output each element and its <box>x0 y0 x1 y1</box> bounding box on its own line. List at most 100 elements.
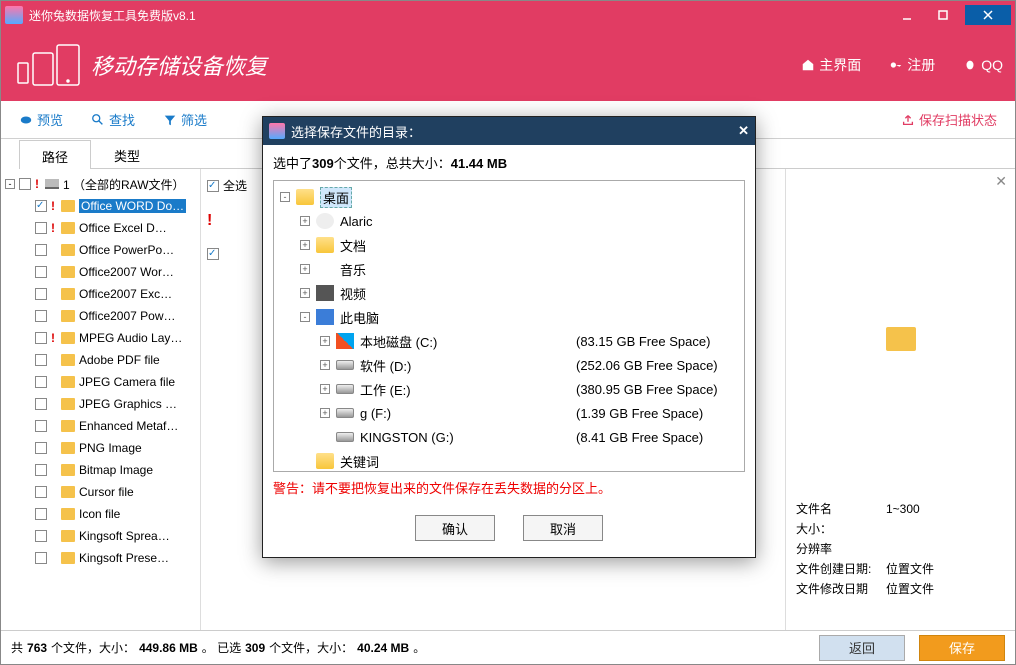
dir-node[interactable]: +Alaric <box>276 209 742 233</box>
tree-item[interactable]: JPEG Camera file <box>3 371 198 393</box>
tree-toggle[interactable]: - <box>5 179 15 189</box>
tree-checkbox[interactable] <box>35 222 47 234</box>
tree-item[interactable]: Kingsoft Sprea… <box>3 525 198 547</box>
search-button[interactable]: 查找 <box>81 106 145 133</box>
dir-toggle[interactable]: + <box>300 240 310 250</box>
tree-item[interactable]: JPEG Graphics … <box>3 393 198 415</box>
tree-checkbox[interactable] <box>35 398 47 410</box>
tree-item[interactable]: Office2007 Pow… <box>3 305 198 327</box>
close-button[interactable] <box>965 5 1011 25</box>
tree-checkbox[interactable] <box>35 442 47 454</box>
tree-checkbox[interactable] <box>35 200 47 212</box>
tree-item[interactable]: PNG Image <box>3 437 198 459</box>
save-state-button[interactable]: 保存扫描状态 <box>891 106 1007 133</box>
dir-toggle[interactable]: + <box>300 288 310 298</box>
dir-node[interactable]: +视频 <box>276 281 742 305</box>
note-icon <box>316 261 334 277</box>
dir-toggle[interactable]: + <box>300 264 310 274</box>
tree-checkbox[interactable] <box>35 420 47 432</box>
tree-item[interactable]: Office PowerPo… <box>3 239 198 261</box>
tree-item[interactable]: Bitmap Image <box>3 459 198 481</box>
tree-item[interactable]: !MPEG Audio Lay… <box>3 327 198 349</box>
folder-icon <box>61 244 75 256</box>
export-icon <box>901 113 915 127</box>
dir-node[interactable]: -此电脑 <box>276 305 742 329</box>
tree-item[interactable]: Adobe PDF file <box>3 349 198 371</box>
maximize-button[interactable] <box>925 5 961 25</box>
disk-icon <box>336 432 354 442</box>
dir-node[interactable]: +文档 <box>276 233 742 257</box>
dir-toggle[interactable]: - <box>300 312 310 322</box>
tree-item[interactable]: !Office WORD Do… <box>3 195 198 217</box>
main-window: 迷你兔数据恢复工具免费版v8.1 移动存储设备恢复 主界面 注册 QQ 预览 查… <box>0 0 1016 665</box>
dir-toggle[interactable]: + <box>320 384 330 394</box>
tree-checkbox[interactable] <box>35 266 47 278</box>
tree-checkbox[interactable] <box>35 244 47 256</box>
eye-icon <box>19 113 33 127</box>
tree-checkbox[interactable] <box>35 332 47 344</box>
save-button[interactable]: 保存 <box>919 635 1005 661</box>
warn-icon: ! <box>51 199 59 213</box>
free-space: (1.39 GB Free Space) <box>576 406 703 421</box>
dir-node[interactable]: +音乐 <box>276 257 742 281</box>
back-button[interactable]: 返回 <box>819 635 905 661</box>
tree-checkbox[interactable] <box>19 178 31 190</box>
free-space: (252.06 GB Free Space) <box>576 358 718 373</box>
window-title: 迷你兔数据恢复工具免费版v8.1 <box>29 7 196 24</box>
nav-qq[interactable]: QQ <box>963 57 1003 73</box>
tree-item[interactable]: Enhanced Metaf… <box>3 415 198 437</box>
tree-checkbox[interactable] <box>35 376 47 388</box>
folder-icon <box>61 486 75 498</box>
dir-node[interactable]: +工作 (E:)(380.95 GB Free Space) <box>276 377 742 401</box>
folder-icon <box>61 508 75 520</box>
dir-node[interactable]: +本地磁盘 (C:)(83.15 GB Free Space) <box>276 329 742 353</box>
dir-toggle[interactable]: + <box>320 408 330 418</box>
folder-icon <box>61 552 75 564</box>
dialog-summary: 选中了309个文件，总共大小：41.44 MB <box>263 145 755 180</box>
preview-button[interactable]: 预览 <box>9 106 73 133</box>
banner-title: 移动存储设备恢复 <box>91 49 267 81</box>
dialog-ok-button[interactable]: 确认 <box>415 515 495 541</box>
select-all-checkbox[interactable] <box>207 180 219 192</box>
dir-toggle[interactable]: + <box>320 360 330 370</box>
tree-checkbox[interactable] <box>35 464 47 476</box>
file-tree[interactable]: - ! 1 （全部的RAW文件） !Office WORD Do…!Office… <box>1 169 201 630</box>
tree-item[interactable]: Icon file <box>3 503 198 525</box>
tree-checkbox[interactable] <box>35 552 47 564</box>
devices-icon <box>13 39 83 91</box>
dir-toggle[interactable]: - <box>280 192 290 202</box>
dir-node[interactable]: +软件 (D:)(252.06 GB Free Space) <box>276 353 742 377</box>
nav-home[interactable]: 主界面 <box>801 55 861 75</box>
dir-node[interactable]: +g (F:)(1.39 GB Free Space) <box>276 401 742 425</box>
filter-button[interactable]: 筛选 <box>153 106 217 133</box>
minimize-button[interactable] <box>889 5 925 25</box>
directory-tree[interactable]: -桌面+Alaric+文档+音乐+视频-此电脑+本地磁盘 (C:)(83.15 … <box>273 180 745 472</box>
tree-checkbox[interactable] <box>35 508 47 520</box>
tree-checkbox[interactable] <box>35 530 47 542</box>
tree-checkbox[interactable] <box>35 354 47 366</box>
close-preview-button[interactable]: ✕ <box>995 173 1007 190</box>
folder-icon <box>316 453 334 469</box>
dir-node[interactable]: KINGSTON (G:)(8.41 GB Free Space) <box>276 425 742 449</box>
dir-node[interactable]: 关键词 <box>276 449 742 472</box>
tree-item[interactable]: Office2007 Wor… <box>3 261 198 283</box>
tab-type[interactable]: 类型 <box>91 139 163 168</box>
dir-toggle[interactable]: + <box>300 216 310 226</box>
tab-path[interactable]: 路径 <box>19 140 91 169</box>
dir-toggle[interactable]: + <box>320 336 330 346</box>
tree-item[interactable]: Office2007 Exc… <box>3 283 198 305</box>
tree-item[interactable]: Cursor file <box>3 481 198 503</box>
tree-item[interactable]: Kingsoft Prese… <box>3 547 198 569</box>
dialog-cancel-button[interactable]: 取消 <box>523 515 603 541</box>
nav-register[interactable]: 注册 <box>889 55 935 75</box>
tree-checkbox[interactable] <box>35 486 47 498</box>
tree-item[interactable]: !Office Excel D… <box>3 217 198 239</box>
tree-checkbox[interactable] <box>35 310 47 322</box>
grid-checkbox[interactable] <box>207 248 219 260</box>
tree-checkbox[interactable] <box>35 288 47 300</box>
pc-icon <box>316 309 334 325</box>
dialog-close-button[interactable]: ✕ <box>738 123 749 139</box>
tree-root[interactable]: - ! 1 （全部的RAW文件） <box>3 173 198 195</box>
disk-icon <box>336 408 354 418</box>
dir-node[interactable]: -桌面 <box>276 185 742 209</box>
